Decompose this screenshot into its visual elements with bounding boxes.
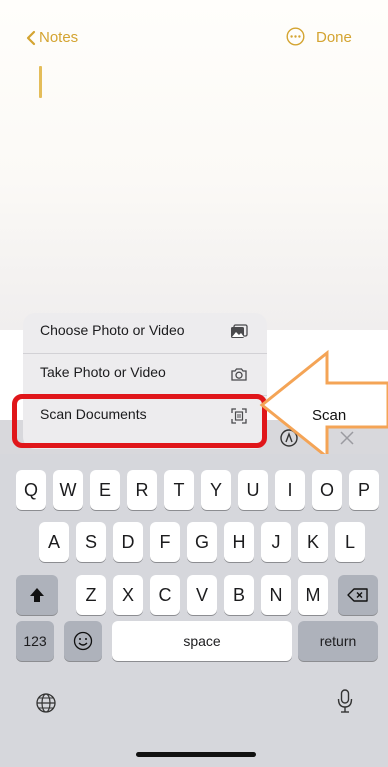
key-l[interactable]: L xyxy=(335,522,365,562)
photo-library-icon xyxy=(231,324,248,338)
key-y[interactable]: Y xyxy=(201,470,231,510)
key-r[interactable]: R xyxy=(127,470,157,510)
key-d[interactable]: D xyxy=(113,522,143,562)
shift-key[interactable] xyxy=(16,575,58,615)
key-j[interactable]: J xyxy=(261,522,291,562)
menu-item-label: Choose Photo or Video xyxy=(40,322,185,338)
key-k[interactable]: K xyxy=(298,522,328,562)
key-n[interactable]: N xyxy=(261,575,291,615)
key-a[interactable]: A xyxy=(39,522,69,562)
note-editor[interactable]: Notes Done xyxy=(0,0,388,330)
key-i[interactable]: I xyxy=(275,470,305,510)
emoji-smiley-icon xyxy=(73,631,93,651)
take-photo-or-video-item[interactable]: Take Photo or Video xyxy=(23,355,267,393)
key-u[interactable]: U xyxy=(238,470,268,510)
return-key[interactable]: return xyxy=(298,621,378,661)
key-x[interactable]: X xyxy=(113,575,143,615)
more-options-icon[interactable] xyxy=(286,27,305,46)
key-f[interactable]: F xyxy=(150,522,180,562)
menu-item-label: Take Photo or Video xyxy=(40,364,166,380)
callout-arrow-icon xyxy=(259,349,388,461)
numbers-key[interactable]: 123 xyxy=(16,621,54,661)
key-b[interactable]: B xyxy=(224,575,254,615)
key-q[interactable]: Q xyxy=(16,470,46,510)
key-p[interactable]: P xyxy=(349,470,379,510)
key-t[interactable]: T xyxy=(164,470,194,510)
backspace-icon xyxy=(347,588,368,602)
microphone-icon[interactable] xyxy=(336,688,354,714)
done-button[interactable]: Done xyxy=(316,29,352,46)
key-m[interactable]: M xyxy=(298,575,328,615)
scan-documents-highlight xyxy=(12,394,267,448)
callout-text: Scan xyxy=(312,407,347,424)
key-o[interactable]: O xyxy=(312,470,342,510)
shift-arrow-icon xyxy=(30,588,44,602)
back-to-notes-button[interactable]: Notes xyxy=(26,29,78,46)
globe-icon[interactable] xyxy=(35,692,57,714)
delete-key[interactable] xyxy=(338,575,378,615)
key-z[interactable]: Z xyxy=(76,575,106,615)
choose-photo-or-video-item[interactable]: Choose Photo or Video xyxy=(23,313,267,351)
menu-divider xyxy=(23,353,267,354)
key-v[interactable]: V xyxy=(187,575,217,615)
key-h[interactable]: H xyxy=(224,522,254,562)
key-c[interactable]: C xyxy=(150,575,180,615)
text-cursor xyxy=(39,66,42,98)
space-key[interactable]: space xyxy=(112,621,292,661)
emoji-key[interactable] xyxy=(64,621,102,661)
key-s[interactable]: S xyxy=(76,522,106,562)
home-indicator xyxy=(136,752,256,757)
back-label: Notes xyxy=(39,29,79,46)
key-g[interactable]: G xyxy=(187,522,217,562)
key-e[interactable]: E xyxy=(90,470,120,510)
chevron-left-icon xyxy=(26,30,36,45)
camera-icon xyxy=(231,368,247,381)
key-w[interactable]: W xyxy=(53,470,83,510)
